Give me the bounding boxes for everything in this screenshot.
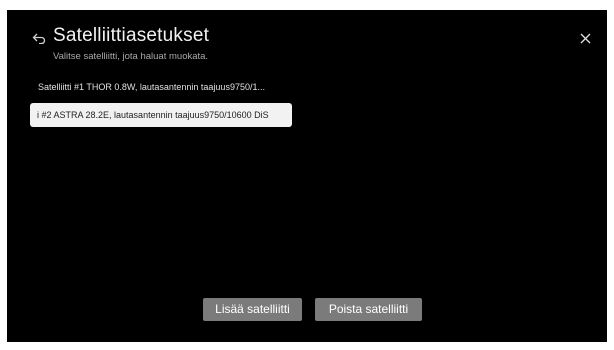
close-icon[interactable]	[580, 31, 591, 44]
satellite-item-1[interactable]: Satelliitti #1 THOR 0.8W, lautasantennin…	[38, 82, 298, 96]
page-title: Satelliittiasetukset	[53, 25, 210, 46]
satellite-item-2[interactable]: i #2 ASTRA 28.2E, lautasantennin taajuus…	[30, 103, 292, 127]
back-arrow-icon[interactable]	[32, 31, 46, 45]
satellite-settings-screen: Satelliittiasetukset Valitse satelliitti…	[7, 10, 607, 342]
remove-satellite-button[interactable]: Poista satelliitti	[315, 298, 422, 321]
add-satellite-button[interactable]: Lisää satelliitti	[203, 298, 302, 321]
page-subtitle: Valitse satelliitti, jota haluat muokata…	[53, 51, 209, 62]
